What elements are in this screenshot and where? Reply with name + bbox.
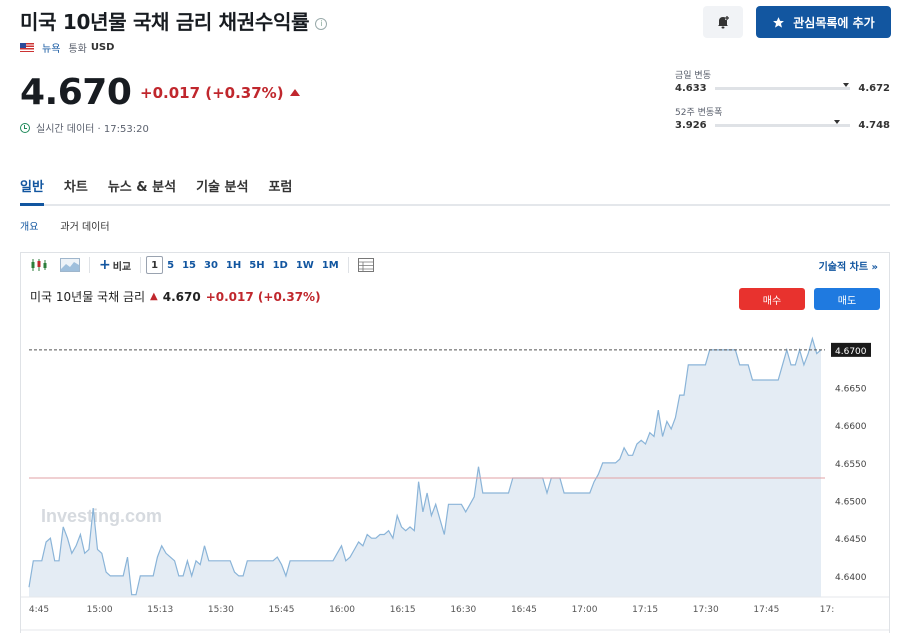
currency-value: USD [90, 42, 115, 53]
day-range: 금일 변동 4.633 4.672 [675, 68, 890, 94]
current-price-label: 4.6700 [835, 347, 867, 357]
clock-icon [20, 122, 30, 133]
interval-1w[interactable]: 1W [292, 256, 318, 274]
sell-button[interactable]: 매수 [739, 288, 805, 310]
compare-label: 비교 [112, 261, 132, 273]
interval-15[interactable]: 15 [178, 256, 200, 274]
x-tick-label: 16:45 [511, 605, 537, 615]
subtab-historical[interactable]: 과거 데이터 [60, 218, 109, 233]
x-tick-label: 15:30 [208, 605, 234, 615]
add-to-watchlist-button[interactable]: 관심목록에 추가 [756, 6, 891, 38]
x-tick-label: 15:13 [147, 605, 173, 615]
plus-icon: + [99, 257, 111, 273]
technical-chart-link[interactable]: 기술적 차트 » [819, 258, 878, 273]
x-tick-label: 16:30 [450, 605, 476, 615]
watermark-logo: Investing.com [41, 506, 162, 526]
interval-1d[interactable]: 1D [269, 256, 292, 274]
y-tick-label: 4.6550 [835, 460, 867, 470]
buy-button[interactable]: 매도 [814, 288, 880, 310]
interval-5h[interactable]: 5H [245, 256, 268, 274]
chart-toolbar: + 비교 1 5 15 30 1H 5H 1D 1W 1M 기술적 차트 » [20, 252, 890, 278]
tab-chart[interactable]: 차트 [64, 174, 88, 206]
x-tick-label: 16:00 [329, 605, 355, 615]
tab-forum[interactable]: 포럼 [268, 174, 292, 206]
realtime-status: 실시간 데이터 · 17:53:20 [20, 120, 149, 135]
chart-up-arrow-icon: ▲ [150, 291, 158, 302]
currency-label: 통화 [68, 44, 87, 55]
table-icon[interactable] [354, 256, 378, 274]
chart-instrument-name: 미국 10년물 국채 금리 [30, 290, 146, 304]
us-flag-icon [20, 43, 34, 52]
title-text: 미국 10년물 국채 금리 채권수익률 [20, 10, 310, 34]
bell-plus-icon [718, 16, 729, 29]
chart-change: +0.017 (+0.37%) [205, 289, 321, 304]
star-icon [773, 16, 785, 28]
x-tick-label: 4:45 [29, 605, 49, 615]
x-tick-label: 17: [820, 605, 834, 615]
up-arrow-icon [289, 89, 300, 96]
price-chart[interactable]: Investing.com 4.6400 4.6450 4.6500 4.6550 4.6… [21, 315, 889, 633]
tab-overview[interactable]: 일반 [20, 174, 44, 206]
week52-range: 52주 변동폭 3.926 4.748 [675, 105, 890, 131]
week52-high: 4.748 [858, 120, 890, 131]
x-tick-label: 17:15 [632, 605, 658, 615]
alert-button[interactable] [703, 6, 743, 38]
day-range-marker [843, 83, 850, 87]
y-tick-label: 4.6600 [835, 422, 867, 432]
realtime-text: 실시간 데이터 · 17:53:20 [36, 124, 149, 135]
toolbar-divider [140, 257, 142, 273]
page-title: 미국 10년물 국채 금리 채권수익률 i [20, 6, 328, 35]
candlestick-icon[interactable] [26, 256, 52, 274]
day-low: 4.633 [675, 83, 707, 94]
area-chart-icon[interactable] [56, 256, 84, 274]
main-tabs: 일반 차트 뉴스 & 분석 기술 분석 포럼 [20, 174, 890, 206]
tab-technical[interactable]: 기술 분석 [196, 174, 248, 206]
sub-tabs: 개요 과거 데이터 [20, 218, 110, 233]
last-price: 4.670 [20, 72, 132, 113]
y-tick-label: 4.6500 [835, 498, 867, 508]
chart-last-value: 4.670 [162, 289, 201, 304]
area-fill [29, 338, 821, 597]
week52-range-bar [714, 120, 851, 127]
toolbar-divider [347, 257, 349, 273]
watchlist-label: 관심목록에 추가 [793, 15, 875, 30]
day-range-bar [714, 83, 851, 90]
day-high: 4.672 [858, 83, 890, 94]
interval-30[interactable]: 30 [200, 256, 222, 274]
instrument-meta: 뉴욕 통화 USD [20, 40, 114, 55]
info-icon[interactable]: i [315, 17, 328, 30]
day-range-label: 금일 변동 [675, 71, 711, 81]
chart-title: 미국 10년물 국채 금리 ▲ 4.670 +0.017 (+0.37%) [30, 288, 321, 305]
subtab-summary[interactable]: 개요 [20, 218, 38, 233]
price-change-text: +0.017 (+0.37%) [140, 84, 284, 102]
price-change: +0.017 (+0.37%) [140, 84, 300, 102]
week52-range-label: 52주 변동폭 [675, 108, 723, 118]
x-tick-label: 17:00 [572, 605, 598, 615]
x-tick-label: 17:30 [693, 605, 719, 615]
compare-button[interactable]: + 비교 [95, 256, 135, 274]
x-tick-label: 15:45 [268, 605, 294, 615]
x-tick-label: 16:15 [390, 605, 416, 615]
interval-1[interactable]: 1 [146, 256, 164, 274]
x-tick-label: 15:00 [87, 605, 113, 615]
y-tick-label: 4.6650 [835, 385, 867, 395]
interval-1m[interactable]: 1M [318, 256, 343, 274]
x-tick-label: 17:45 [753, 605, 779, 615]
toolbar-divider [89, 257, 90, 273]
week52-range-marker [833, 120, 840, 124]
exchange-label[interactable]: 뉴욕 [42, 40, 60, 55]
interval-5[interactable]: 5 [163, 256, 178, 274]
interval-1h[interactable]: 1H [222, 256, 245, 274]
y-tick-label: 4.6450 [835, 535, 867, 545]
week52-low: 3.926 [675, 120, 707, 131]
tab-news[interactable]: 뉴스 & 분석 [108, 174, 176, 206]
y-tick-label: 4.6400 [835, 573, 867, 583]
